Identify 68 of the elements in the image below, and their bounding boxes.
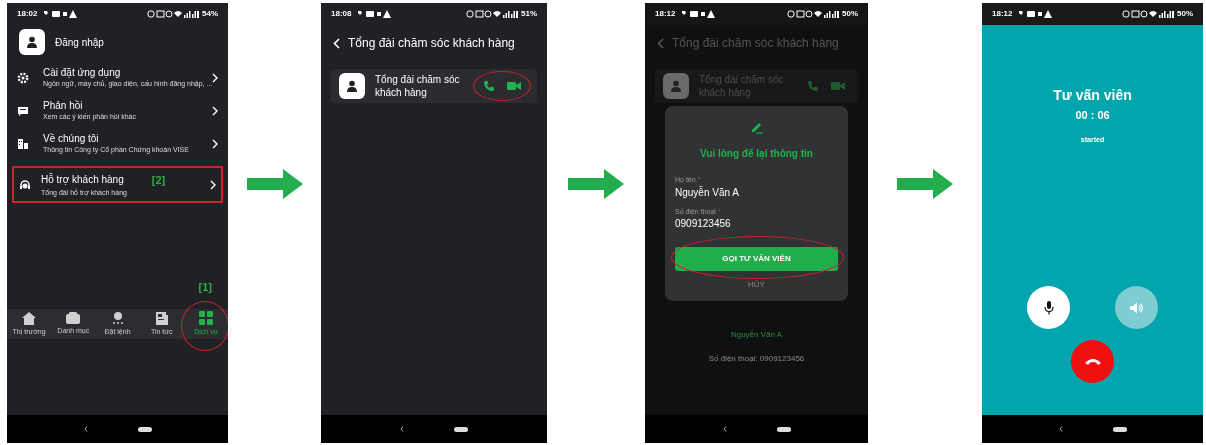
home-icon xyxy=(22,311,37,325)
status-time: 18:12 xyxy=(992,8,1013,20)
grid-icon xyxy=(198,311,213,325)
building-icon xyxy=(17,137,29,150)
menu-item-title: Cài đặt ứng dụng xyxy=(43,67,121,79)
back-icon[interactable] xyxy=(722,426,727,432)
notification-icons xyxy=(357,10,392,18)
system-status-icons xyxy=(147,10,199,18)
gear-icon xyxy=(17,71,29,84)
folder-icon xyxy=(66,312,81,324)
home-button[interactable] xyxy=(776,426,791,432)
screen-title: Tổng đài chăm sóc khách hàng xyxy=(348,35,515,52)
chevron-right-icon xyxy=(212,105,218,116)
back-icon[interactable] xyxy=(83,426,88,432)
battery-percent: 50% xyxy=(1177,8,1193,20)
login-link[interactable]: Đăng nhập xyxy=(55,34,104,50)
caller-name: Tư vấn viên xyxy=(1053,86,1132,105)
home-button[interactable] xyxy=(454,426,468,432)
step-label: [2] xyxy=(151,172,166,188)
microphone-button[interactable] xyxy=(1027,286,1070,329)
avatar-icon xyxy=(663,73,689,99)
phone-icon[interactable] xyxy=(483,80,495,92)
contact-name: Tổng đài chăm sóc khách hàng xyxy=(375,73,461,99)
cancel-button[interactable]: HỦY xyxy=(748,279,765,291)
menu-item-title: Về chúng tôi xyxy=(43,133,99,145)
speaker-button[interactable] xyxy=(1115,286,1158,329)
avatar-icon xyxy=(339,73,365,99)
coin-icon xyxy=(110,311,125,325)
hang-up-button[interactable] xyxy=(1071,340,1114,383)
home-button[interactable] xyxy=(137,426,152,432)
home-button[interactable] xyxy=(1112,426,1127,432)
battery-percent: 51% xyxy=(521,8,537,20)
menu-item-title: Hỗ trợ khách hàng xyxy=(41,174,124,186)
headset-icon xyxy=(19,178,31,191)
status-time: 18:02 xyxy=(17,8,38,20)
notification-icons xyxy=(43,10,78,18)
step-label: [1] xyxy=(198,279,212,295)
system-status-icons xyxy=(1122,10,1174,18)
status-time: 18:12 xyxy=(655,8,676,20)
phone-hang-up-icon xyxy=(1084,358,1101,365)
arrow-icon xyxy=(568,169,624,199)
call-duration: 00 : 06 xyxy=(1075,108,1110,123)
arrow-icon xyxy=(897,169,953,199)
speaker-icon xyxy=(1129,301,1144,314)
message-icon xyxy=(17,104,29,117)
phone-number: Số điện thoại: 0909123456 xyxy=(708,353,805,365)
dialog-title: Vui lòng để lại thông tin xyxy=(700,147,813,161)
back-icon[interactable] xyxy=(1058,426,1063,432)
menu-item-title: Phản hồi xyxy=(43,100,83,112)
notification-icons xyxy=(1018,10,1053,18)
video-camera-icon[interactable] xyxy=(507,81,521,91)
arrow-icon xyxy=(246,169,303,199)
system-status-icons xyxy=(787,10,839,18)
back-icon[interactable] xyxy=(400,426,404,432)
status-time: 18:08 xyxy=(331,8,352,20)
microphone-icon xyxy=(1043,300,1054,315)
notification-icons xyxy=(681,10,716,18)
contact-name: Nguyễn Văn A xyxy=(730,329,783,341)
chevron-right-icon xyxy=(212,72,218,83)
pencil-icon xyxy=(749,120,764,134)
battery-percent: 50% xyxy=(842,8,858,20)
chevron-right-icon xyxy=(212,138,218,149)
avatar-icon xyxy=(19,29,45,55)
screen-title: Tổng đài chăm sóc khách hàng xyxy=(672,35,839,52)
battery-percent: 54% xyxy=(202,8,218,20)
chevron-right-icon xyxy=(210,179,216,190)
contact-card[interactable]: Tổng đài chăm sóc khách hàng xyxy=(331,69,537,103)
system-status-icons xyxy=(466,10,518,18)
